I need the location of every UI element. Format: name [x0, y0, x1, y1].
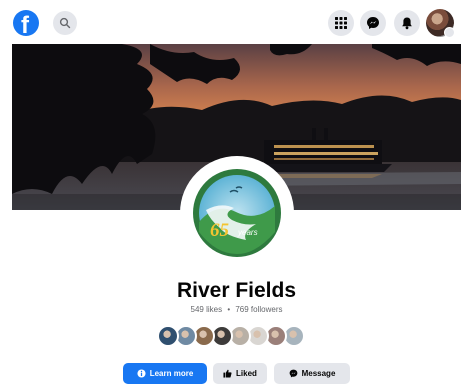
profile-avatar[interactable] [426, 9, 455, 38]
page-stats: 549 likes • 769 followers [0, 305, 473, 314]
page-avatar[interactable]: 65 years [186, 162, 288, 264]
thumbs-up-icon [223, 369, 232, 378]
facebook-logo-letter: f [21, 12, 29, 39]
stats-separator: • [227, 305, 231, 314]
bell-icon [402, 17, 412, 30]
search-icon [59, 17, 71, 29]
follower-avatars[interactable] [157, 325, 317, 347]
follower-avatar[interactable] [157, 325, 179, 347]
learn-more-button[interactable]: Learn more [123, 363, 207, 384]
message-label: Message [301, 369, 336, 378]
page-title: River Fields [176, 279, 297, 302]
search-button[interactable] [53, 11, 77, 35]
info-icon [137, 369, 146, 378]
top-navigation-bar: f [0, 0, 473, 44]
liked-label: Liked [236, 369, 257, 378]
menu-button[interactable] [328, 10, 354, 36]
likes-count[interactable]: 549 likes [191, 305, 223, 314]
messenger-button[interactable] [360, 10, 386, 36]
logo-word: years [237, 228, 258, 237]
liked-button[interactable]: Liked [213, 363, 267, 384]
message-button[interactable]: Message [274, 363, 350, 384]
followers-count[interactable]: 769 followers [235, 305, 282, 314]
river-fields-logo-icon: 65 years [193, 169, 281, 257]
learn-more-label: Learn more [149, 369, 194, 378]
messenger-icon [289, 369, 297, 378]
logo-number: 65 [210, 220, 230, 241]
facebook-logo-icon[interactable]: f [13, 10, 39, 39]
messenger-icon [367, 17, 379, 29]
notifications-button[interactable] [394, 10, 420, 36]
menu-grid-icon [335, 17, 347, 29]
